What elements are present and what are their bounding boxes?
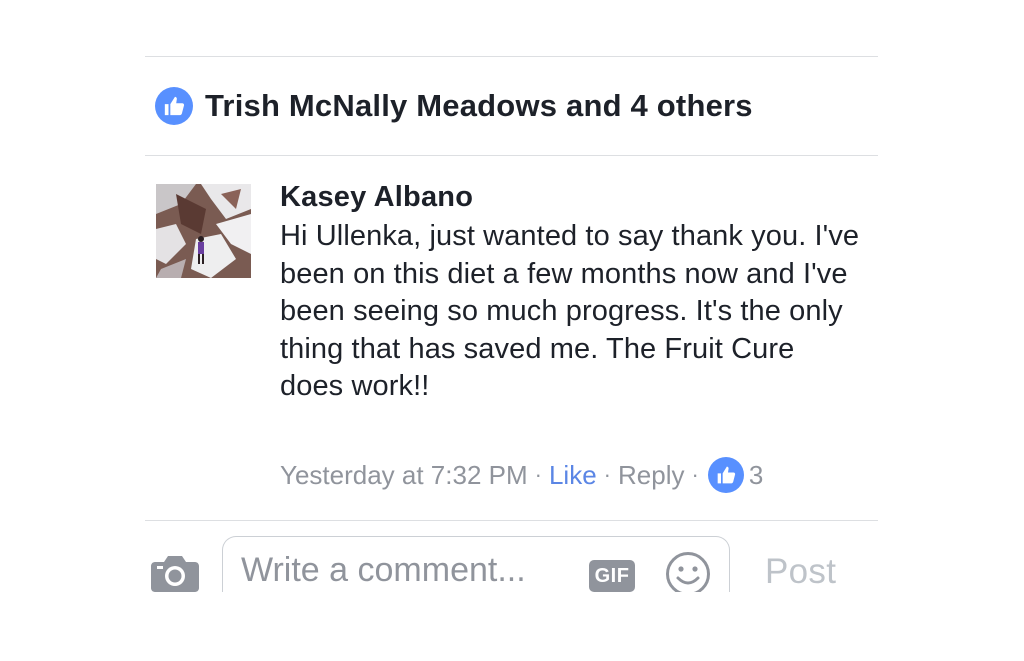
comment-actions: Yesterday at 7:32 PM · Like · Reply · 3 [280,455,763,495]
comment-input[interactable] [241,551,591,590]
separator-dot: · [603,462,611,487]
separator-dot: · [534,462,542,487]
thumbs-up-icon[interactable] [707,457,744,493]
top-divider [145,56,878,57]
comment-composer: GIF [222,536,730,598]
comment-timestamp[interactable]: Yesterday at 7:32 PM [280,460,528,491]
comment-author[interactable]: Kasey Albano [280,178,860,216]
bottom-crop [0,592,1024,661]
smiley-icon[interactable] [665,551,711,597]
like-link[interactable]: Like [549,460,597,491]
composer-divider [145,520,878,521]
post-button[interactable]: Post [765,552,836,592]
comment-text: Hi Ullenka, just wanted to say thank you… [280,220,860,403]
reply-link[interactable]: Reply [618,460,684,491]
reaction-count[interactable]: 3 [749,460,763,491]
comment-body: Kasey Albano Hi Ullenka, just wanted to … [280,178,860,406]
avatar[interactable] [156,184,251,278]
separator-dot: · [691,462,699,487]
likes-summary-text: Trish McNally Meadows and 4 others [205,88,753,123]
thumbs-up-icon [155,87,193,125]
likes-divider [145,155,878,156]
camera-icon[interactable] [151,554,199,592]
gif-button[interactable]: GIF [589,560,635,592]
likes-summary[interactable]: Trish McNally Meadows and 4 others [155,86,753,126]
